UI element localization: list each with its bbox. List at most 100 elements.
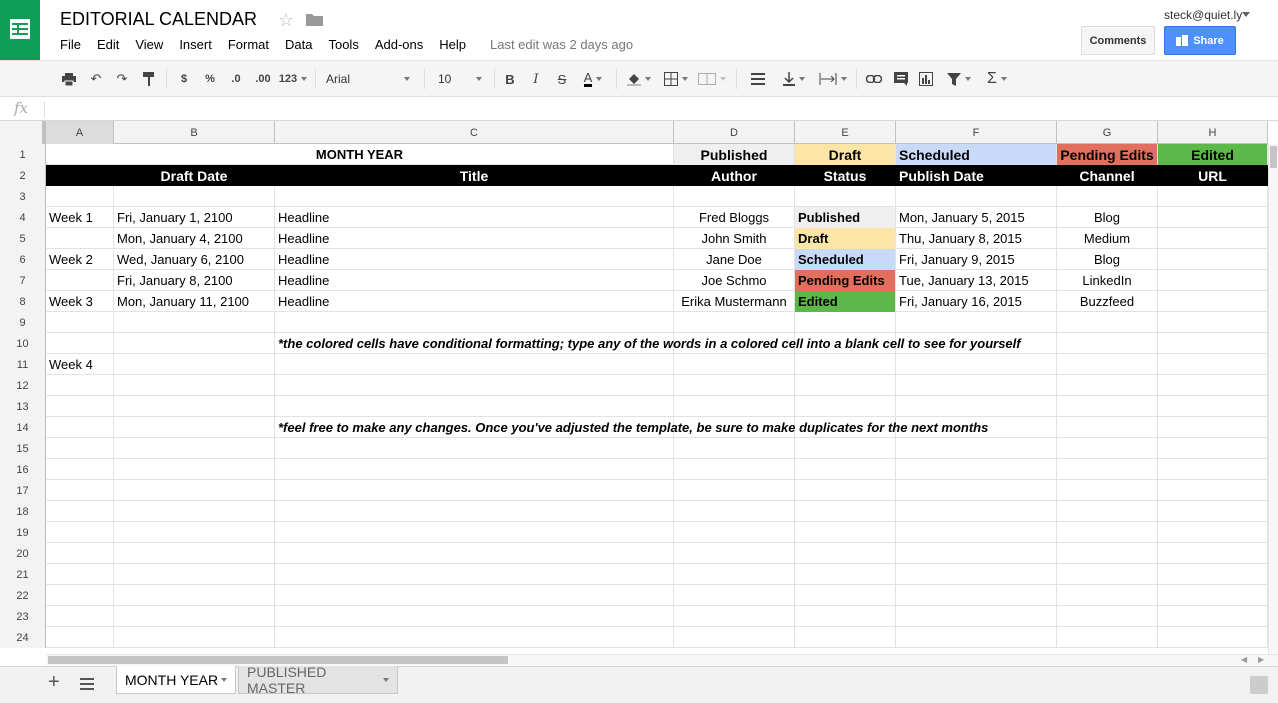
publish-date-cell[interactable]: Thu, January 8, 2015 [896,228,1057,249]
scroll-right-icon[interactable]: ▶ [1258,655,1264,664]
insert-link-icon[interactable] [864,69,884,89]
menu-view[interactable]: View [127,36,171,54]
draft-date-cell[interactable] [114,375,275,396]
row-header[interactable]: 16 [0,459,46,480]
title-cell[interactable] [275,186,674,207]
account-dropdown-icon[interactable] [1242,12,1250,17]
url-cell[interactable] [1158,354,1268,375]
row-header[interactable]: 4 [0,207,46,228]
row-header[interactable]: 1 [0,144,46,165]
spreadsheet-grid[interactable]: ABCDEFGH 1 MONTH YEAR Published Draft Schedu… [0,121,1268,654]
last-edit-status[interactable]: Last edit was 2 days ago [490,37,633,52]
all-sheets-icon[interactable] [80,678,94,693]
url-cell[interactable] [1158,291,1268,312]
title-cell[interactable] [275,480,674,501]
column-title-publish-date[interactable]: Publish Date [896,165,1057,186]
url-cell[interactable] [1158,186,1268,207]
draft-date-cell[interactable] [114,459,275,480]
draft-date-cell[interactable] [114,186,275,207]
row-header[interactable]: 14 [0,417,46,438]
column-title-author[interactable]: Author [674,165,795,186]
publish-date-cell[interactable] [896,564,1057,585]
publish-date-cell[interactable] [896,186,1057,207]
publish-date-cell[interactable] [896,438,1057,459]
filter-icon[interactable] [942,69,976,89]
cell[interactable] [114,333,275,354]
status-cell[interactable]: Scheduled [795,249,896,270]
scroll-left-icon[interactable]: ◀ [1241,655,1247,664]
decrease-decimal-button[interactable]: .0 [226,69,246,89]
url-cell[interactable] [1158,270,1268,291]
status-cell[interactable]: Published [795,207,896,228]
week-cell[interactable]: Week 1 [46,207,114,228]
status-cell[interactable] [795,522,896,543]
explore-icon[interactable] [1250,676,1268,694]
channel-cell[interactable] [1057,606,1158,627]
author-cell[interactable] [674,627,795,648]
title-cell[interactable] [275,501,674,522]
channel-cell[interactable] [1057,354,1158,375]
channel-cell[interactable] [1057,375,1158,396]
url-cell[interactable] [1158,627,1268,648]
publish-date-cell[interactable] [896,543,1057,564]
cell[interactable] [114,417,275,438]
sheet-tab-month-year[interactable]: MONTH YEAR [116,666,236,694]
author-cell[interactable] [674,375,795,396]
author-cell[interactable]: John Smith [674,228,795,249]
row-header[interactable]: 8 [0,291,46,312]
paint-format-icon[interactable] [140,69,158,89]
author-cell[interactable] [674,354,795,375]
cell[interactable] [1158,333,1268,354]
status-cell[interactable]: Pending Edits [795,270,896,291]
draft-date-cell[interactable]: Mon, January 11, 2100 [114,291,275,312]
row-header[interactable]: 21 [0,564,46,585]
merge-cells-icon[interactable] [695,69,729,89]
week-cell[interactable] [46,543,114,564]
url-cell[interactable] [1158,543,1268,564]
status-cell[interactable] [795,438,896,459]
author-cell[interactable] [674,480,795,501]
title-cell[interactable]: Headline [275,291,674,312]
font-family-select[interactable]: Arial [322,69,414,89]
author-cell[interactable] [674,522,795,543]
row-header[interactable]: 3 [0,186,46,207]
status-cell[interactable] [795,627,896,648]
insert-chart-icon[interactable] [916,69,936,89]
cell[interactable] [46,417,114,438]
column-title-title[interactable]: Title [275,165,674,186]
publish-date-cell[interactable] [896,312,1057,333]
menu-edit[interactable]: Edit [89,36,127,54]
channel-cell[interactable] [1057,438,1158,459]
vertical-align-icon[interactable] [781,69,807,89]
text-color-button[interactable]: A [578,69,608,89]
url-cell[interactable] [1158,501,1268,522]
font-size-select[interactable]: 10 [434,69,486,89]
status-cell[interactable]: Edited [795,291,896,312]
status-cell[interactable] [795,186,896,207]
week-cell[interactable] [46,270,114,291]
user-email[interactable]: steck@quiet.ly [1164,8,1242,22]
status-cell[interactable] [795,606,896,627]
status-cell[interactable] [795,501,896,522]
channel-cell[interactable] [1057,627,1158,648]
column-header-a[interactable]: A [46,121,114,144]
row-header[interactable]: 2 [0,165,46,186]
url-cell[interactable] [1158,459,1268,480]
star-icon[interactable]: ☆ [278,10,294,31]
status-legend-cell[interactable]: Pending Edits [1057,144,1158,165]
text-wrapping-icon[interactable] [816,69,850,89]
row-header[interactable]: 5 [0,228,46,249]
draft-date-cell[interactable] [114,522,275,543]
italic-button[interactable]: I [528,69,544,89]
author-cell[interactable]: Joe Schmo [674,270,795,291]
week-cell[interactable] [46,438,114,459]
cell[interactable] [1057,333,1158,354]
cell[interactable] [1057,417,1158,438]
title-cell[interactable]: Headline [275,207,674,228]
title-cell[interactable] [275,354,674,375]
week-cell[interactable] [46,228,114,249]
draft-date-cell[interactable] [114,606,275,627]
undo-icon[interactable]: ↶ [86,69,106,89]
row-header[interactable]: 7 [0,270,46,291]
row-header[interactable]: 10 [0,333,46,354]
